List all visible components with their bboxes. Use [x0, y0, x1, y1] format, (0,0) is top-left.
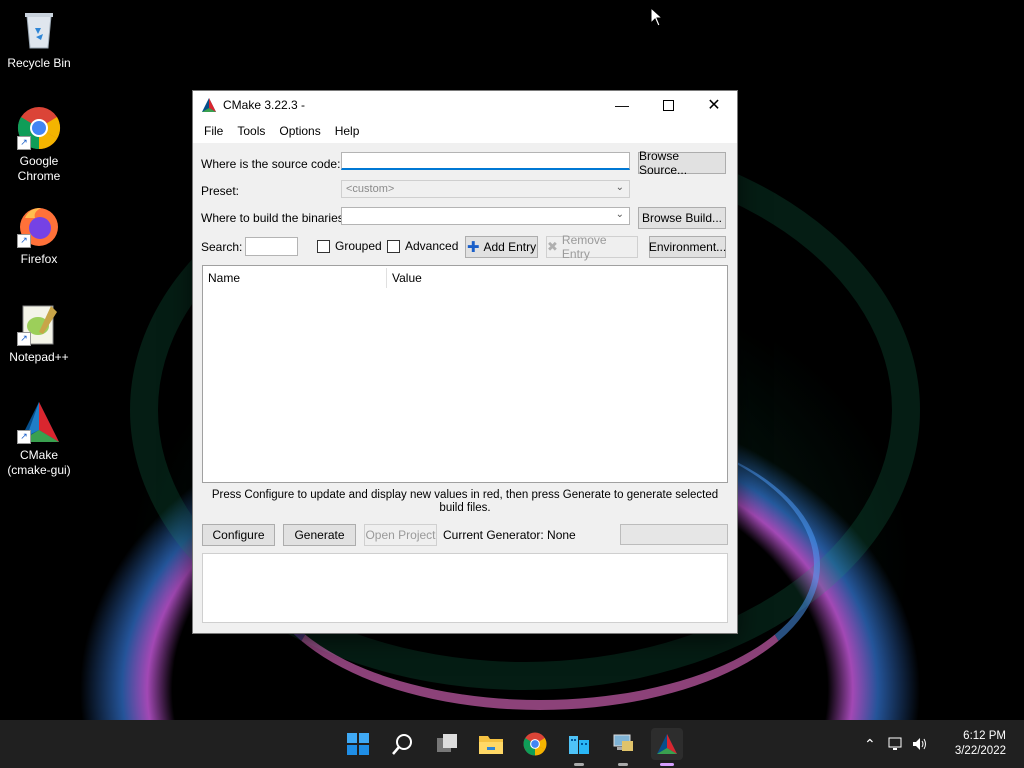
search-icon — [392, 734, 412, 755]
add-entry-button[interactable]: ✚ Add Entry — [465, 236, 538, 258]
search-button[interactable] — [387, 728, 419, 760]
network-icon[interactable] — [888, 737, 904, 751]
mouse-cursor-icon — [650, 7, 664, 27]
desktop-icon-cmake[interactable]: ↗ CMake (cmake-gui) — [1, 400, 77, 478]
build-label: Where to build the binaries: — [201, 211, 348, 225]
buildings-app-button[interactable] — [563, 728, 595, 766]
grouped-checkbox[interactable]: Grouped — [317, 239, 382, 253]
maximize-button[interactable] — [645, 91, 691, 119]
network-app-icon — [613, 734, 633, 751]
desktop-icon-label: Google Chrome — [17, 154, 61, 183]
title-bar[interactable]: CMake 3.22.3 - — ✕ — [193, 91, 737, 119]
plus-icon: ✚ — [466, 239, 480, 256]
column-header-name[interactable]: Name — [203, 268, 387, 288]
add-entry-label: Add Entry — [483, 240, 537, 254]
task-view-icon — [437, 734, 457, 752]
cmake-logo-icon — [202, 98, 216, 112]
progress-bar — [620, 524, 728, 545]
menu-help[interactable]: Help — [328, 124, 367, 138]
shortcut-arrow-icon: ↗ — [17, 136, 31, 150]
clock-time: 6:12 PM — [963, 730, 1006, 742]
advanced-label: Advanced — [405, 239, 459, 253]
cmake-icon — [657, 734, 677, 754]
browse-build-button[interactable]: Browse Build... — [638, 207, 726, 229]
browse-source-button[interactable]: Browse Source... — [638, 149, 726, 177]
shortcut-arrow-icon: ↗ — [17, 234, 31, 248]
file-explorer-button[interactable] — [475, 728, 507, 760]
notepadpp-icon: ↗ — [17, 302, 61, 346]
desktop-icon-chrome[interactable]: ↗ Google Chrome — [1, 106, 77, 184]
menu-tools[interactable]: Tools — [230, 124, 272, 138]
remove-entry-label: Remove Entry — [561, 233, 607, 261]
firefox-icon: ↗ — [17, 204, 61, 248]
source-label: Where is the source code: — [201, 157, 341, 171]
running-indicator — [574, 763, 584, 766]
checkbox-box — [387, 239, 400, 253]
task-view-button[interactable] — [431, 728, 463, 760]
desktop-icon-recycle-bin[interactable]: Recycle Bin — [1, 8, 77, 71]
minimize-button[interactable]: — — [599, 91, 645, 119]
configure-button[interactable]: Configure — [202, 524, 275, 546]
chevron-down-icon: ⌄ — [615, 182, 624, 193]
window-title: CMake 3.22.3 - — [223, 98, 306, 112]
current-generator: Current Generator: None — [443, 528, 576, 542]
grouped-label: Grouped — [335, 239, 382, 253]
chrome-icon: ↗ — [17, 106, 61, 150]
clock-date: 3/22/2022 — [954, 745, 1006, 757]
chevron-down-icon: ⌄ — [615, 209, 624, 220]
shortcut-arrow-icon: ↗ — [17, 332, 31, 346]
generate-button[interactable]: Generate — [283, 524, 356, 546]
clock[interactable]: 6:12 PM 3/22/2022 — [955, 729, 1006, 759]
preset-label: Preset: — [201, 184, 240, 198]
desktop-icon-label: Notepad++ — [9, 350, 69, 364]
cache-table[interactable]: Name Value — [202, 265, 728, 483]
advanced-checkbox[interactable]: Advanced — [387, 239, 458, 253]
configure-hint: Press Configure to update and display ne… — [211, 489, 719, 514]
system-tray: ⌃ — [864, 720, 928, 768]
close-button[interactable]: ✕ — [691, 91, 737, 119]
shortcut-arrow-icon: ↗ — [17, 430, 31, 444]
cmake-window: CMake 3.22.3 - — ✕ File Tools Options He… — [192, 90, 738, 634]
buildings-icon — [569, 736, 589, 754]
cmake-taskbar-button[interactable] — [651, 728, 683, 766]
volume-icon[interactable] — [912, 737, 928, 751]
desktop-icon-notepadpp[interactable]: ↗ Notepad++ — [1, 302, 77, 365]
search-input[interactable] — [245, 237, 298, 256]
maximize-icon — [662, 99, 674, 111]
open-project-button[interactable]: Open Project — [364, 524, 437, 546]
preset-value: <custom> — [346, 183, 395, 195]
windows-start-icon — [347, 733, 369, 755]
chevron-up-icon[interactable]: ⌃ — [864, 736, 876, 753]
desktop-icon-label: Firefox — [20, 252, 58, 266]
cmake-icon: ↗ — [17, 400, 61, 444]
recycle-bin-icon — [17, 8, 61, 52]
start-button[interactable] — [342, 728, 374, 760]
source-input[interactable] — [341, 152, 630, 170]
column-header-value[interactable]: Value — [387, 271, 422, 285]
menu-options[interactable]: Options — [272, 124, 327, 138]
checkbox-box — [317, 239, 330, 253]
remove-entry-button[interactable]: ✖ Remove Entry — [546, 233, 638, 261]
desktop-icon-label: CMake (cmake-gui) — [7, 448, 71, 477]
build-dir-select[interactable]: ⌄ — [341, 207, 630, 225]
preset-select[interactable]: <custom> ⌄ — [341, 180, 630, 198]
menu-file[interactable]: File — [197, 124, 230, 138]
search-label: Search: — [201, 240, 243, 254]
table-header: Name Value — [203, 266, 727, 291]
network-app-button[interactable] — [607, 728, 639, 766]
remove-x-icon: ✖ — [547, 239, 558, 254]
desktop-icon-firefox[interactable]: ↗ Firefox — [1, 204, 77, 267]
environment-button[interactable]: Environment... — [649, 236, 726, 258]
active-indicator — [660, 763, 674, 766]
close-icon: ✕ — [707, 97, 721, 114]
menu-bar: File Tools Options Help — [193, 119, 737, 143]
file-explorer-icon — [479, 736, 503, 754]
desktop-icon-label: Recycle Bin — [7, 56, 71, 70]
output-log[interactable] — [202, 553, 728, 623]
chrome-icon — [523, 732, 547, 756]
taskbar: ⌃ 6:12 PM 3/22/2022 — [0, 720, 1024, 768]
running-indicator — [618, 763, 628, 766]
minimize-icon: — — [615, 97, 629, 113]
chrome-taskbar-button[interactable] — [519, 728, 551, 760]
